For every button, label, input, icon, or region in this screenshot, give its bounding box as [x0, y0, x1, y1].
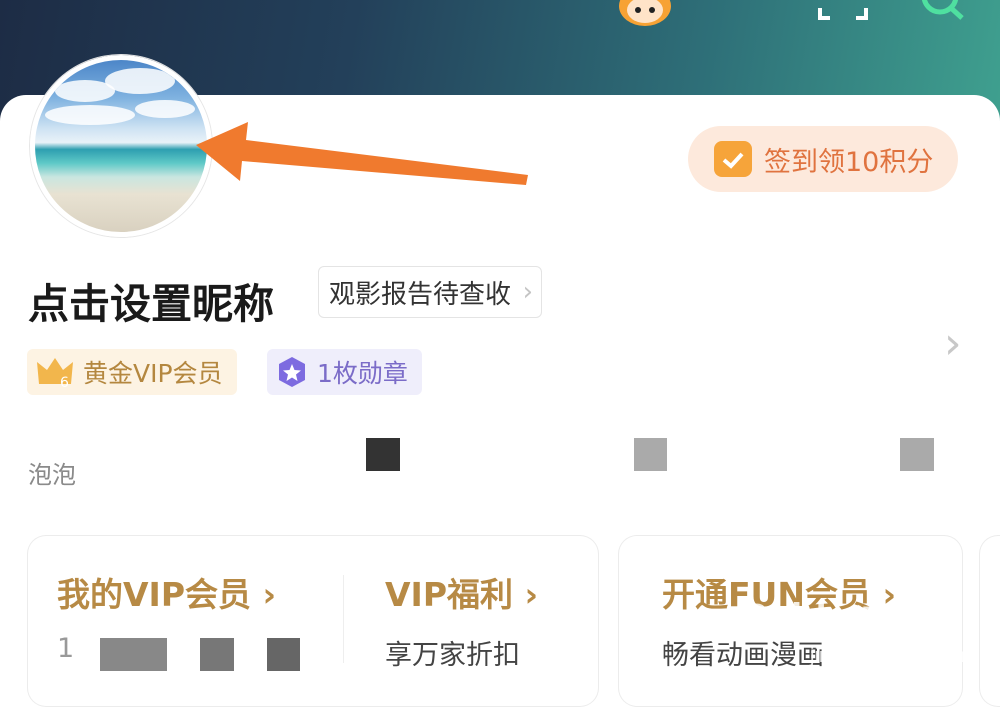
avatar[interactable] [30, 55, 212, 237]
redacted-block [100, 638, 167, 671]
redacted-block [900, 438, 934, 471]
viewing-report-label: 观影报告待查收 [329, 279, 512, 310]
medal-badge[interactable]: 1枚勋章 [267, 349, 422, 395]
vip-card-edge [980, 536, 1000, 706]
search-icon[interactable] [918, 0, 968, 20]
vip-welfare-link[interactable]: VIP福利 › [385, 568, 538, 616]
redacted-block [366, 438, 400, 471]
svg-text:6: 6 [60, 375, 69, 390]
chevron-right-icon: › [522, 277, 534, 307]
watermark-brand: Baidu经验 [740, 596, 912, 640]
scan-icon[interactable] [818, 0, 868, 20]
nickname-setting[interactable]: 点击设置昵称 [28, 270, 274, 330]
checkin-label: 签到领10积分 [764, 146, 934, 178]
checkin-button[interactable]: 签到领10积分 [688, 126, 958, 192]
card-divider [343, 575, 344, 663]
calendar-check-icon [714, 141, 752, 177]
crown-icon: 6 [37, 358, 73, 390]
mascot-icon[interactable] [616, 0, 674, 28]
redacted-block [267, 638, 300, 671]
bubble-label[interactable]: 泡泡 [28, 455, 76, 490]
vip-level-badge[interactable]: 6 黄金VIP会员 [27, 349, 237, 395]
redacted-block [634, 438, 667, 471]
medal-star-icon [279, 357, 305, 387]
my-vip-sub: 1 [57, 633, 75, 664]
vip-welfare-sub: 享万家折扣 [385, 640, 520, 671]
viewing-report-tag[interactable]: 观影报告待查收 › [318, 266, 543, 318]
vip-card-left [28, 536, 598, 706]
watermark-url: jingyan.baidu.com [810, 645, 972, 667]
redacted-block [200, 638, 234, 671]
medal-label: 1枚勋章 [317, 359, 408, 388]
profile-chevron-icon[interactable]: › [944, 318, 962, 369]
vip-badge-label: 黄金VIP会员 [83, 359, 223, 388]
qr-code-icon[interactable] [720, 0, 766, 20]
my-vip-link[interactable]: 我的VIP会员 › [57, 568, 276, 616]
